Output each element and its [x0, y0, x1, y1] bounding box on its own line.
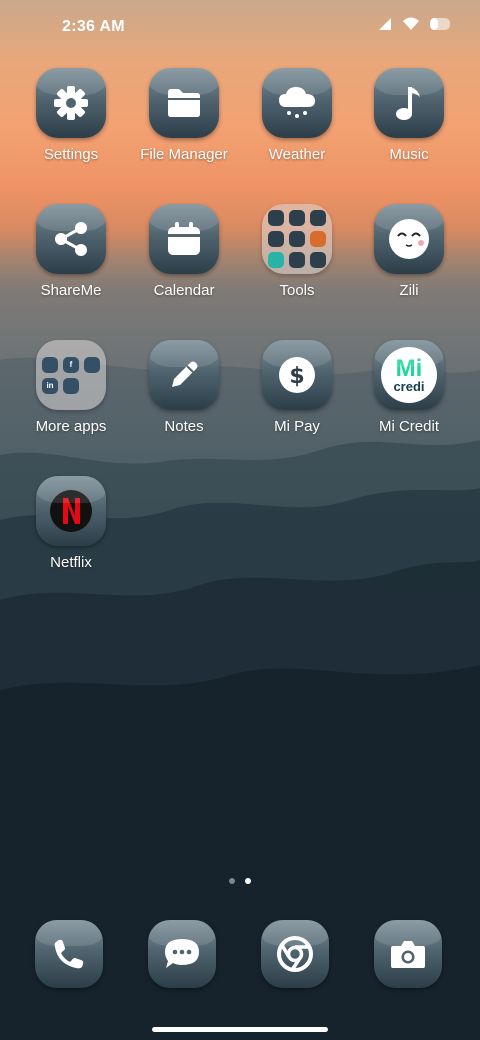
status-bar: 2:36 AM — [0, 0, 480, 56]
mini-app-icon — [42, 356, 58, 373]
dollar-icon: $ — [279, 357, 315, 393]
mini-app-icon: f — [63, 356, 79, 373]
app-mi-pay[interactable]: $ Mi Pay — [241, 340, 353, 436]
app-mi-credit[interactable]: Mi credi Mi Credit — [353, 340, 465, 436]
mini-app-icon — [289, 210, 305, 226]
gear-icon — [54, 86, 88, 120]
folder-tools[interactable]: Tools — [241, 204, 353, 300]
app-tile[interactable] — [261, 920, 329, 988]
app-tile[interactable] — [36, 204, 106, 274]
app-label: ShareMe — [40, 282, 102, 299]
app-weather[interactable]: Weather — [241, 68, 353, 164]
app-tile[interactable] — [149, 68, 219, 138]
home-indicator[interactable] — [152, 1027, 328, 1032]
netflix-icon — [50, 490, 92, 532]
mini-app-icon — [84, 356, 100, 373]
app-file-manager[interactable]: File Manager — [128, 68, 240, 164]
app-tile[interactable] — [35, 920, 103, 988]
signal-icon — [379, 18, 391, 30]
mini-app-icon — [268, 252, 284, 268]
mini-app-icon — [63, 377, 79, 394]
pencil-icon — [172, 361, 198, 387]
app-tile[interactable] — [262, 68, 332, 138]
mini-app-icon — [268, 210, 284, 226]
app-notes[interactable]: Notes — [128, 340, 240, 436]
folder-tile[interactable]: f in — [36, 340, 106, 410]
calendar-icon — [168, 222, 200, 255]
folder-preview-grid: f in — [42, 356, 100, 394]
folder-tile[interactable] — [262, 204, 332, 274]
smiley-face-icon — [389, 219, 429, 259]
app-tile[interactable] — [374, 920, 442, 988]
wifi-icon — [403, 17, 419, 30]
mi-credit-logo-text: Mi — [395, 354, 423, 382]
folder-preview-grid — [268, 210, 326, 268]
camera-icon — [391, 941, 425, 968]
app-settings[interactable]: Settings — [15, 68, 127, 164]
music-note-icon — [396, 87, 420, 120]
chat-bubble-icon — [165, 939, 199, 968]
mini-app-icon — [310, 252, 326, 268]
mini-app-icon: in — [42, 377, 58, 394]
mini-app-icon — [310, 231, 326, 247]
app-tile[interactable] — [36, 68, 106, 138]
phone-icon — [54, 939, 84, 969]
svg-text:$: $ — [289, 364, 304, 389]
chrome-icon — [277, 936, 313, 972]
app-label: Notes — [164, 418, 204, 435]
app-tile[interactable]: $ — [262, 340, 332, 410]
mi-credit-logo-sub: credi — [393, 378, 425, 394]
app-label: File Manager — [140, 146, 228, 163]
app-tile[interactable] — [148, 920, 216, 988]
dock-camera[interactable] — [352, 920, 464, 988]
app-label: Mi Pay — [274, 418, 320, 435]
page-dot[interactable] — [229, 878, 235, 884]
app-label: Weather — [268, 146, 326, 163]
app-label: Mi Credit — [378, 418, 439, 435]
app-tile[interactable] — [374, 68, 444, 138]
app-label: Tools — [279, 282, 315, 299]
app-label: Netflix — [50, 554, 92, 571]
app-label: More apps — [35, 418, 107, 435]
app-label: Calendar — [153, 282, 215, 299]
status-icons — [378, 17, 450, 31]
page-dot-active[interactable] — [245, 878, 251, 884]
app-netflix[interactable]: Netflix — [15, 476, 127, 572]
battery-icon — [430, 18, 450, 30]
mini-app-icon — [268, 231, 284, 247]
dock-phone[interactable] — [13, 920, 125, 988]
app-zili[interactable]: Zili — [353, 204, 465, 300]
page-indicator — [0, 878, 480, 884]
dock-chrome[interactable] — [239, 920, 351, 988]
app-tile[interactable] — [374, 204, 444, 274]
app-tile[interactable] — [149, 204, 219, 274]
dock-messaging[interactable] — [126, 920, 238, 988]
app-tile[interactable] — [149, 340, 219, 410]
folder-more-apps[interactable]: f in More apps — [15, 340, 127, 436]
app-tile[interactable]: Mi credi — [374, 340, 444, 410]
mini-app-icon — [289, 231, 305, 247]
app-label: Zili — [399, 282, 419, 299]
mini-app-icon — [289, 252, 305, 268]
clock: 2:36 AM — [62, 18, 125, 35]
app-label: Settings — [43, 146, 99, 163]
app-music[interactable]: Music — [353, 68, 465, 164]
folder-icon — [168, 89, 200, 117]
app-shareme[interactable]: ShareMe — [15, 204, 127, 300]
cloud-snow-icon — [279, 87, 315, 118]
share-icon — [55, 222, 87, 256]
mi-credit-icon: Mi credi — [381, 347, 437, 403]
app-tile[interactable] — [36, 476, 106, 546]
app-calendar[interactable]: Calendar — [128, 204, 240, 300]
mini-app-icon — [310, 210, 326, 226]
app-label: Music — [389, 146, 429, 163]
